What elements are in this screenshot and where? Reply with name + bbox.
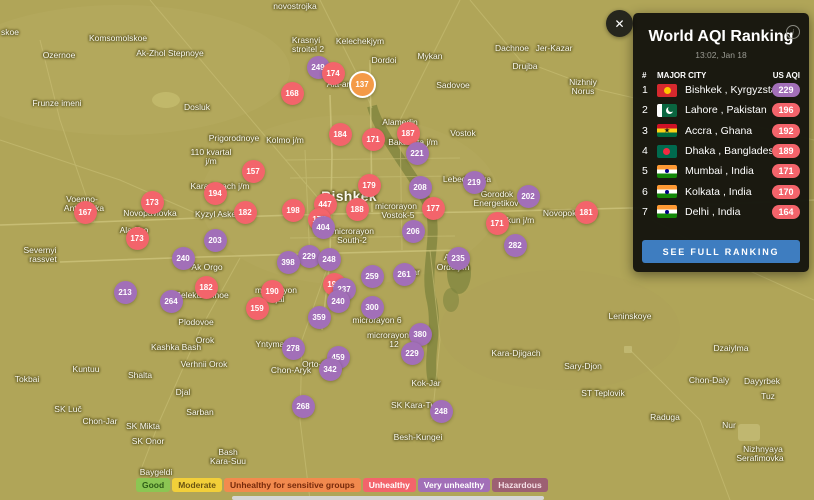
aqi-marker[interactable]: 359 [307,305,331,329]
aqi-marker[interactable]: 282 [503,233,527,257]
aqi-marker[interactable]: 248 [429,399,453,423]
ranking-header-row: # MAJOR CITY US AQI [633,71,809,80]
header-city: MAJOR CITY [657,71,707,80]
aqi-marker[interactable]: 159 [245,296,269,320]
aqi-value-badge: 170 [772,184,800,199]
city-name: Dhaka , Bangladesh [685,145,772,158]
aqi-marker[interactable]: 174 [321,61,345,85]
aqi-marker[interactable]: 194 [203,181,227,205]
aqi-marker[interactable]: 173 [125,226,149,250]
aqi-value-badge: 192 [772,123,800,138]
aqi-marker[interactable]: 278 [281,336,305,360]
aqi-marker[interactable]: 202 [516,184,540,208]
aqi-marker[interactable]: 137 [348,70,376,98]
aqi-marker[interactable]: 300 [360,295,384,319]
aqi-marker[interactable]: 264 [159,289,183,313]
aqi-value-badge: 196 [772,103,800,118]
aqi-marker[interactable]: 342 [318,357,342,381]
india-flag-icon [657,185,677,199]
kyrgyzstan-flag-icon [657,83,677,97]
header-aqi: US AQI [772,71,800,80]
ranking-row[interactable]: 4 Dhaka , Bangladesh 189 [633,141,809,161]
aqi-marker[interactable]: 177 [421,196,445,220]
india-flag-icon [657,205,677,219]
rank-number: 7 [642,205,648,218]
ranking-row[interactable]: 7 Delhi , India 164 [633,202,809,222]
aqi-map-screen: novostrojka skoe Komsomolskoe Ozernoe Ak-Zho… [0,0,814,500]
aqi-marker[interactable]: 219 [462,170,486,194]
ranking-row[interactable]: 6 Kolkata , India 170 [633,181,809,201]
rank-number: 2 [642,104,648,117]
ranking-row[interactable]: 2 Lahore , Pakistan 196 [633,100,809,120]
aqi-marker[interactable]: 167 [73,200,97,224]
aqi-marker[interactable]: 398 [276,250,300,274]
bangladesh-flag-icon [657,144,677,158]
aqi-marker[interactable]: 240 [326,289,350,313]
aqi-marker[interactable]: 179 [357,173,381,197]
aqi-value-badge: 189 [772,144,800,159]
aqi-marker[interactable]: 240 [171,246,195,270]
info-icon[interactable]: i [786,25,800,39]
aqi-legend: Good Moderate Unhealthy for sensitive grou… [136,478,548,492]
aqi-marker[interactable]: 213 [113,280,137,304]
aqi-marker[interactable]: 198 [281,198,305,222]
aqi-value-badge: 164 [772,204,800,219]
aqi-marker[interactable]: 229 [297,244,321,268]
aqi-marker[interactable]: 168 [280,81,304,105]
legend-item: Hazardous [492,478,548,492]
legend-item: Unhealthy for sensitive groups [224,478,361,492]
aqi-marker[interactable]: 203 [203,228,227,252]
aqi-marker[interactable]: 182 [233,200,257,224]
aqi-marker[interactable]: 188 [345,197,369,221]
aqi-marker[interactable]: 171 [361,127,385,151]
city-name: Accra , Ghana [685,124,753,137]
world-aqi-ranking-panel: i World AQI Ranking 13:02, Jan 18 # MAJO… [633,13,809,272]
aqi-marker[interactable]: 208 [408,175,432,199]
aqi-value-badge: 171 [772,164,800,179]
rank-number: 3 [642,124,648,137]
aqi-marker[interactable]: 171 [485,211,509,235]
aqi-marker[interactable]: 268 [291,394,315,418]
close-icon[interactable]: ✕ [606,10,633,37]
aqi-marker[interactable]: 184 [328,122,352,146]
horizontal-scrollbar[interactable] [232,496,544,500]
aqi-marker[interactable]: 182 [194,275,218,299]
header-rank: # [642,71,647,80]
aqi-marker[interactable]: 259 [360,264,384,288]
rank-number: 1 [642,84,648,97]
city-name: Kolkata , India [685,185,752,198]
rank-number: 6 [642,185,648,198]
legend-item: Good [136,478,171,492]
ranking-row[interactable]: 3 Accra , Ghana 192 [633,121,809,141]
ranking-row[interactable]: 1 Bishkek , Kyrgyzstan229 [633,80,809,100]
aqi-marker[interactable]: 404 [311,215,335,239]
city-name: Lahore , Pakistan [685,104,767,117]
aqi-marker[interactable]: 206 [401,219,425,243]
legend-item: Very unhealthy [417,478,491,492]
aqi-marker[interactable]: 157 [241,159,265,183]
panel-timestamp: 13:02, Jan 18 [695,50,747,60]
legend-item: Unhealthy [362,478,416,492]
city-name: Delhi , India [685,205,741,218]
rank-number: 4 [642,145,648,158]
pakistan-flag-icon [657,103,677,117]
ranking-rows: 1 Bishkek , Kyrgyzstan229 2 Lahore , Pakist… [633,80,809,222]
aqi-marker[interactable]: 221 [405,141,429,165]
aqi-marker[interactable]: 181 [574,200,598,224]
aqi-marker[interactable]: 248 [317,247,341,271]
legend-item: Moderate [172,478,222,492]
aqi-marker[interactable]: 235 [446,246,470,270]
panel-title: World AQI Ranking [648,28,794,45]
aqi-marker[interactable]: 229 [400,341,424,365]
city-name: Mumbai , India [685,165,754,178]
rank-number: 5 [642,165,648,178]
aqi-marker[interactable]: 261 [392,262,416,286]
see-full-ranking-button[interactable]: SEE FULL RANKING [642,240,800,263]
ranking-row[interactable]: 5 Mumbai , India 171 [633,161,809,181]
aqi-value-badge: 229 [772,83,800,98]
city-name: Bishkek , Kyrgyzstan [685,84,772,97]
aqi-marker[interactable]: 173 [140,190,164,214]
ghana-flag-icon [657,124,677,138]
india-flag-icon [657,164,677,178]
